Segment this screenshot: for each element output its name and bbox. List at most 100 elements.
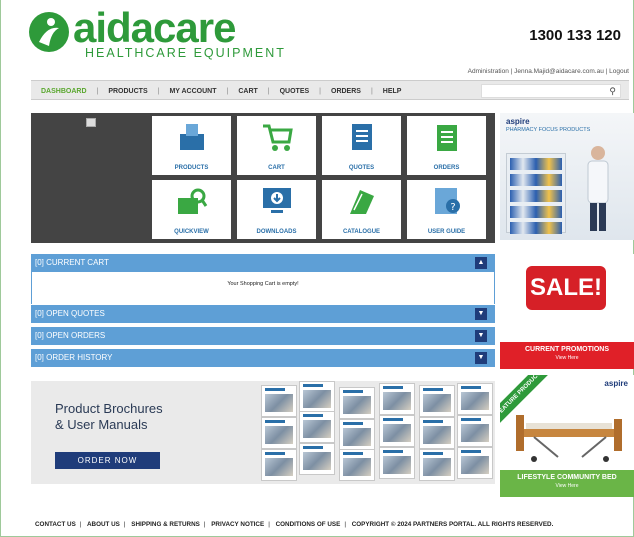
- footer-conditions-of-use[interactable]: CONDITIONS OF USE: [276, 521, 341, 528]
- footer-about-us[interactable]: ABOUT US: [87, 521, 120, 528]
- tile-quotes[interactable]: QUOTES: [322, 116, 401, 175]
- brochure-thumbnail: [299, 381, 335, 413]
- brochure-thumbnail: [261, 449, 297, 481]
- order-history-header[interactable]: [0] ORDER HISTORY ▼: [31, 349, 495, 367]
- logo-secondary: care: [153, 4, 236, 51]
- sale-banner[interactable]: SALE!: [500, 254, 634, 342]
- cart-icon: [263, 124, 293, 151]
- catalogue-icon: [350, 190, 374, 214]
- brochure-thumbnail: [457, 415, 493, 447]
- search-icon[interactable]: ⚲: [609, 86, 616, 97]
- footer-contact-us[interactable]: CONTACT US: [35, 521, 76, 528]
- feature-aspire-logo: aspire: [604, 379, 628, 388]
- brochure-thumbnail: [261, 417, 297, 449]
- tile-label: ORDERS: [433, 165, 460, 171]
- open-orders-title: [0] OPEN ORDERS: [35, 331, 106, 340]
- lifestyle-bed-link[interactable]: LIFESTYLE COMMUNITY BED View Here: [500, 470, 634, 497]
- account-links[interactable]: Administration | Jenna.Majid@aidacare.co…: [468, 68, 629, 75]
- magnify-box-icon: [178, 188, 208, 214]
- search-input[interactable]: ⚲: [481, 84, 621, 98]
- broken-image-icon: [86, 118, 96, 127]
- nav-dashboard[interactable]: DASHBOARD: [31, 88, 97, 95]
- pharmacist-image: [587, 146, 609, 231]
- tile-label: USER GUIDE: [427, 229, 466, 235]
- brochure-thumbnail: [457, 447, 493, 479]
- phone-number: 1300 133 120: [529, 27, 621, 44]
- download-monitor-icon: [263, 188, 291, 213]
- footer-separator: |: [203, 521, 206, 528]
- tile-cart[interactable]: CART: [237, 116, 316, 175]
- logo-subtitle: HEALTHCARE EQUIPMENT: [85, 46, 286, 60]
- pharmacy-promo-banner[interactable]: aspire PHARMACY FOCUS PRODUCTS: [500, 113, 634, 240]
- logo-wordmark[interactable]: aidacare: [73, 4, 236, 52]
- feature-view-link[interactable]: View Here: [500, 483, 634, 489]
- footer-copyright: COPYRIGHT © 2024 PARTNERS PORTAL. ALL RI…: [351, 521, 554, 528]
- header: aidacare HEALTHCARE EQUIPMENT 1300 133 1…: [1, 0, 634, 75]
- nav-quotes[interactable]: QUOTES: [270, 88, 320, 95]
- order-history-title: [0] ORDER HISTORY: [35, 353, 113, 362]
- open-quotes-header[interactable]: [0] OPEN QUOTES ▼: [31, 305, 495, 323]
- sale-sign: SALE!: [526, 266, 606, 310]
- brochure-title-line2: & User Manuals: [55, 417, 148, 432]
- brochure-title: Product Brochures & User Manuals: [55, 401, 163, 433]
- current-cart-title: [0] CURRENT CART: [35, 258, 109, 267]
- current-cart-header[interactable]: [0] CURRENT CART ▲: [31, 254, 495, 272]
- footer: CONTACT US | ABOUT US | SHIPPING & RETURNS…: [35, 521, 553, 528]
- feature-product-banner[interactable]: FEATURE PRODUCT aspire: [500, 375, 634, 470]
- collapse-up-icon[interactable]: ▲: [475, 257, 487, 269]
- tile-catalogue[interactable]: CATALOGUE: [322, 180, 401, 239]
- tile-label: QUOTES: [348, 165, 375, 171]
- feature-title: LIFESTYLE COMMUNITY BED: [517, 474, 617, 481]
- order-now-button[interactable]: ORDER NOW: [55, 452, 160, 469]
- logo-primary: aida: [73, 4, 154, 51]
- open-orders-header[interactable]: [0] OPEN ORDERS ▼: [31, 327, 495, 345]
- brochure-thumbnail: [339, 449, 375, 481]
- brochure-thumbnail: [379, 383, 415, 415]
- tile-user-guide[interactable]: ? USER GUIDE: [407, 180, 486, 239]
- nav-products[interactable]: PRODUCTS: [98, 88, 157, 95]
- clipboard-icon: [437, 125, 457, 151]
- brochure-thumbnail: [339, 387, 375, 419]
- pharmacy-shelf-image: [506, 153, 566, 234]
- cart-empty-message: Your Shopping Cart is empty!: [31, 272, 495, 304]
- current-promotions-link[interactable]: CURRENT PROMOTIONS View Here: [500, 342, 634, 369]
- tile-products[interactable]: PRODUCTS: [152, 116, 231, 175]
- boxes-icon: [180, 124, 204, 150]
- tile-quickview[interactable]: QUICKVIEW: [152, 180, 231, 239]
- expand-down-icon[interactable]: ▼: [475, 308, 487, 320]
- nav-orders[interactable]: ORDERS: [321, 88, 371, 95]
- brochure-thumbnail: [379, 415, 415, 447]
- pharmacy-subtitle: PHARMACY FOCUS PRODUCTS: [506, 127, 591, 133]
- footer-separator: |: [268, 521, 270, 528]
- brochure-thumbnail: [419, 417, 455, 449]
- promo-view-link[interactable]: View Here: [500, 355, 634, 361]
- tile-orders[interactable]: ORDERS: [407, 116, 486, 175]
- nav-my-account[interactable]: MY ACCOUNT: [159, 88, 226, 95]
- nav-help[interactable]: HELP: [373, 88, 412, 95]
- footer-privacy-notice[interactable]: PRIVACY NOTICE: [211, 521, 264, 528]
- footer-shipping-returns[interactable]: SHIPPING & RETURNS: [131, 521, 200, 528]
- brochure-thumbnail: [299, 411, 335, 443]
- expand-down-icon[interactable]: ▼: [475, 330, 487, 342]
- footer-separator: |: [344, 521, 346, 528]
- logo-figure-icon[interactable]: [29, 12, 69, 52]
- tile-downloads[interactable]: DOWNLOADS: [237, 180, 316, 239]
- nav-cart[interactable]: CART: [228, 88, 267, 95]
- tile-label: DOWNLOADS: [256, 229, 297, 235]
- brochure-thumbnail: [339, 419, 375, 451]
- expand-down-icon[interactable]: ▼: [475, 352, 487, 364]
- bed-image: [516, 415, 622, 462]
- brochure-thumbnail: [261, 385, 297, 417]
- help-guide-icon: ?: [435, 188, 460, 214]
- brochure-banner: Product Brochures & User Manuals ORDER N…: [31, 381, 495, 484]
- page-frame: aidacare HEALTHCARE EQUIPMENT 1300 133 1…: [0, 0, 634, 537]
- tile-label: CATALOGUE: [342, 229, 381, 235]
- footer-separator: |: [123, 521, 126, 528]
- nav-items: DASHBOARD | PRODUCTS | MY ACCOUNT | CART…: [31, 81, 411, 101]
- promo-title: CURRENT PROMOTIONS: [525, 346, 609, 353]
- brochure-thumbnail: [419, 385, 455, 417]
- svg-text:?: ?: [450, 202, 455, 213]
- brochure-thumbnail: [299, 443, 335, 475]
- brochure-title-line1: Product Brochures: [55, 401, 163, 416]
- open-quotes-title: [0] OPEN QUOTES: [35, 309, 105, 318]
